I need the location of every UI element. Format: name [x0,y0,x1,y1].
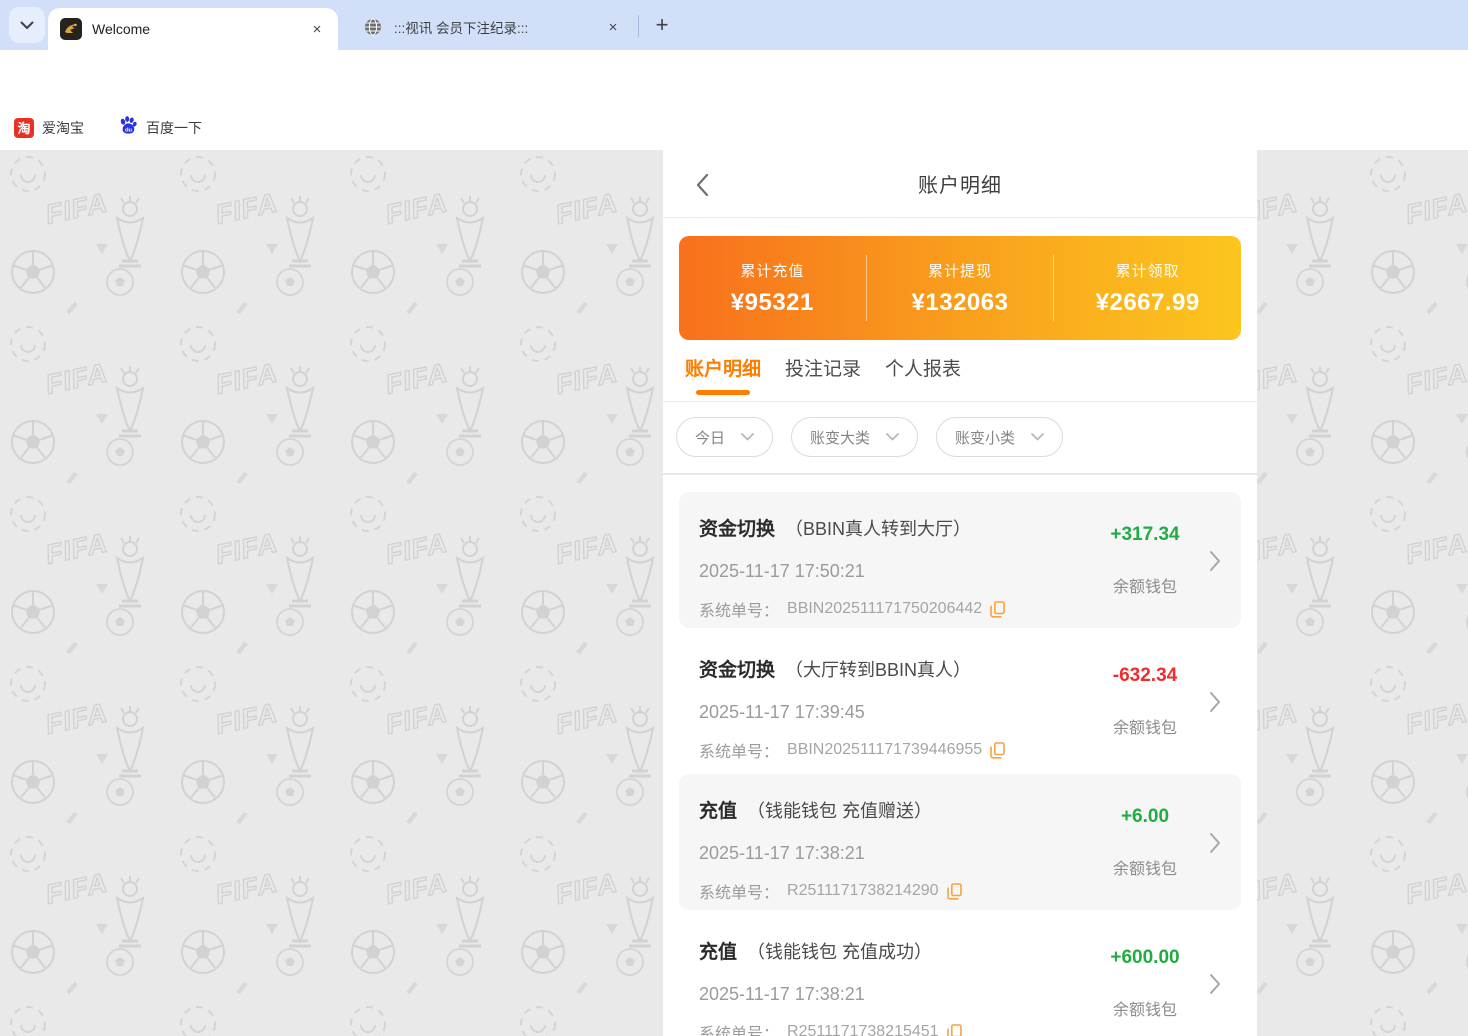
tab-title: Welcome [92,21,308,37]
stat-value: ¥132063 [912,289,1009,317]
copy-icon[interactable] [947,883,962,900]
chevron-left-icon [695,173,709,197]
amount: +6.00 [1121,806,1169,828]
close-icon[interactable]: × [604,18,622,36]
transaction-row[interactable]: 充值 （钱能钱包 充值成功） 2025-11-17 17:38:21 系统单号：… [679,915,1241,1036]
transaction-row[interactable]: 资金切换 （大厅转到BBIN真人） 2025-11-17 17:39:45 系统… [679,633,1241,769]
filter-label: 账变大类 [810,427,870,448]
totals-card: 累计充值 ¥95321 累计提现 ¥132063 累计领取 ¥2667.99 [679,236,1241,340]
bookmarks-bar: 淘 爱淘宝 du 百度一下 [0,105,1468,150]
order-number-label: 系统单号： [699,597,779,621]
filter-row: 今日 账变大类 账变小类 [663,402,1257,475]
transaction-summary: +6.00 余额钱包 [1085,774,1205,910]
chevron-right-icon[interactable] [1209,973,1221,995]
tab-account-detail[interactable]: 账户明细 [685,354,761,401]
total-withdrawal: 累计提现 ¥132063 [867,260,1054,317]
copy-icon[interactable] [990,601,1005,618]
order-number-value: BBIN202511171739446955 [787,741,982,759]
tab-search-button[interactable] [9,7,45,43]
wallet-label: 余额钱包 [1113,996,1177,1020]
bookmark-label: 百度一下 [146,118,202,138]
filter-date-dropdown[interactable]: 今日 [676,417,773,457]
bookmark-label: 爱淘宝 [42,118,84,138]
browser-tab-strip: Welcome × :::视讯 会员下注纪录::: × + [0,0,1468,50]
wallet-label: 余额钱包 [1113,855,1177,879]
new-tab-button[interactable]: + [648,11,676,39]
globe-icon [362,16,384,38]
chevron-right-icon[interactable] [1209,550,1221,572]
tab-divider [638,15,639,37]
browser-tab-welcome[interactable]: Welcome × [48,8,338,50]
amount: +317.34 [1110,524,1179,546]
transaction-subtitle: （BBIN真人转到大厅） [785,515,971,541]
stat-label: 累计领取 [1116,260,1180,281]
stat-value: ¥95321 [731,289,814,317]
chevron-right-icon[interactable] [1209,691,1221,713]
back-chevron-button[interactable] [695,173,711,197]
tab-personal-report[interactable]: 个人报表 [885,354,961,401]
stat-label: 累计充值 [740,260,804,281]
copy-icon[interactable] [947,1024,962,1036]
chevron-down-icon [20,21,34,30]
transaction-type: 充值 [699,937,737,964]
transaction-summary: -632.34 余额钱包 [1085,633,1205,769]
baidu-paw-icon: du [118,115,138,140]
panel-header: 账户明细 [663,150,1257,218]
svg-text:du: du [125,127,133,133]
tab-betting-records[interactable]: 投注记录 [785,354,861,401]
chevron-down-icon [1031,433,1044,441]
page-content: FIFA [0,150,1468,1036]
order-number-label: 系统单号： [699,738,779,762]
browser-toolbar: 175616.cc/reports/index [0,50,1468,105]
wallet-label: 余额钱包 [1113,714,1177,738]
filter-label: 账变小类 [955,427,1015,448]
amount: +600.00 [1110,947,1179,969]
browser-tab-betting-records[interactable]: :::视讯 会员下注纪录::: × [352,8,632,46]
transaction-subtitle: （钱能钱包 充值赠送） [747,797,932,823]
account-detail-panel: 账户明细 累计充值 ¥95321 累计提现 ¥132063 累计领取 ¥2667… [663,150,1257,1036]
transaction-row[interactable]: 资金切换 （BBIN真人转到大厅） 2025-11-17 17:50:21 系统… [679,492,1241,628]
bookmark-taobao[interactable]: 淘 爱淘宝 [14,118,84,138]
order-number-label: 系统单号： [699,1020,779,1036]
transaction-summary: +317.34 余额钱包 [1085,492,1205,628]
stat-label: 累计提现 [928,260,992,281]
transaction-subtitle: （钱能钱包 充值成功） [747,938,932,964]
page-title: 账户明细 [918,169,1002,198]
taobao-icon: 淘 [14,118,34,138]
site-favicon [60,18,82,40]
order-number-value: R2511171738214290 [787,882,939,900]
filter-label: 今日 [695,427,725,448]
bookmark-baidu[interactable]: du 百度一下 [118,115,202,140]
order-number-value: BBIN202511171750206442 [787,600,982,618]
close-icon[interactable]: × [308,20,326,38]
stat-value: ¥2667.99 [1096,289,1200,317]
amount: -632.34 [1113,665,1177,687]
order-number-value: R2511171738215451 [787,1023,939,1036]
filter-minor-type-dropdown[interactable]: 账变小类 [936,417,1063,457]
tab-title: :::视讯 会员下注纪录::: [394,17,604,37]
copy-icon[interactable] [990,742,1005,759]
chevron-down-icon [741,433,754,441]
transaction-row[interactable]: 充值 （钱能钱包 充值赠送） 2025-11-17 17:38:21 系统单号：… [679,774,1241,910]
total-claimed: 累计领取 ¥2667.99 [1054,260,1241,317]
wallet-label: 余额钱包 [1113,573,1177,597]
transaction-type: 充值 [699,796,737,823]
section-tabs: 账户明细 投注记录 个人报表 [663,340,1257,402]
transaction-subtitle: （大厅转到BBIN真人） [785,656,971,682]
chevron-right-icon[interactable] [1209,832,1221,854]
transaction-list: 资金切换 （BBIN真人转到大厅） 2025-11-17 17:50:21 系统… [663,475,1257,1036]
order-number-label: 系统单号： [699,879,779,903]
chevron-down-icon [886,433,899,441]
transaction-summary: +600.00 余额钱包 [1085,915,1205,1036]
total-deposit: 累计充值 ¥95321 [679,260,866,317]
transaction-type: 资金切换 [699,655,775,682]
filter-major-type-dropdown[interactable]: 账变大类 [791,417,918,457]
transaction-type: 资金切换 [699,514,775,541]
